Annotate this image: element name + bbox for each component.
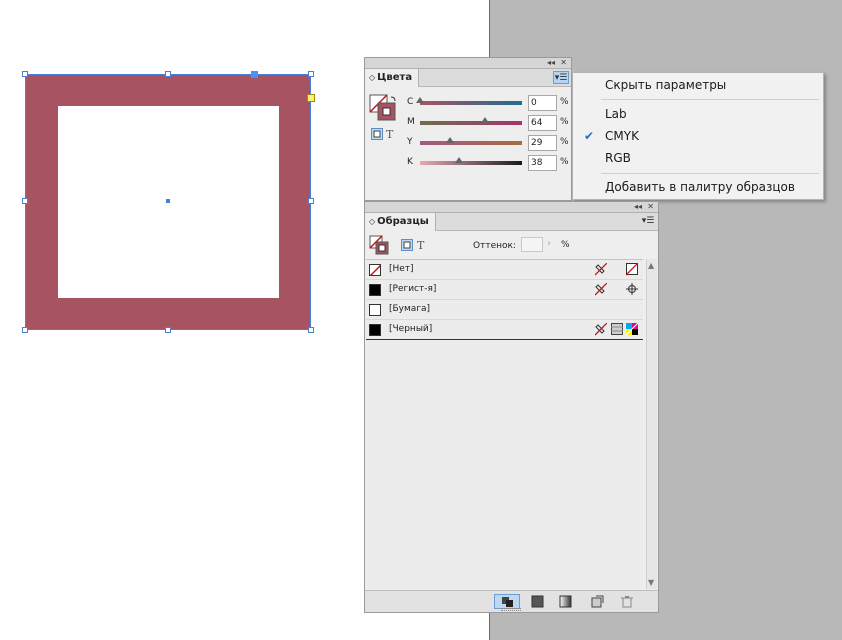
show-gradient-swatches-icon[interactable]	[559, 595, 575, 608]
checkmark-icon: ✔	[583, 129, 595, 143]
tint-field[interactable]	[521, 237, 543, 252]
cyan-value-field[interactable]: 0	[528, 95, 557, 111]
slider-label: Y	[407, 137, 413, 147]
close-icon[interactable]: ✕	[647, 202, 654, 212]
panel-menu-icon[interactable]: ▾☰	[640, 215, 656, 228]
menu-item-add-to-swatches[interactable]: Добавить в палитру образцов	[605, 180, 795, 194]
resize-grip[interactable]	[501, 608, 521, 611]
color-panel-menu: Скрыть параметры Lab ✔ CMYK RGB Добавить…	[572, 72, 824, 200]
menu-divider	[601, 173, 819, 174]
tint-label: Оттенок:	[473, 241, 516, 251]
swatch-row-registration[interactable]: [Регист-я]	[366, 280, 643, 300]
slider-black[interactable]: K 38 %	[365, 154, 571, 172]
handle-middle-left[interactable]	[22, 198, 28, 204]
magenta-value-field[interactable]: 64	[528, 115, 557, 131]
delete-swatch-icon[interactable]	[620, 595, 636, 608]
handle-top-center[interactable]	[165, 71, 171, 77]
swatch-name: [Бумага]	[389, 304, 431, 314]
slider-track[interactable]	[420, 141, 522, 145]
slider-label: M	[407, 117, 415, 127]
chevron-up-icon[interactable]: ▲	[648, 261, 654, 270]
handle-bottom-left[interactable]	[22, 327, 28, 333]
percent-label: %	[560, 97, 569, 107]
none-swatch-icon	[626, 263, 638, 276]
slider-label: C	[407, 97, 414, 107]
none-swatch-chip	[369, 264, 381, 276]
color-panel: ◂◂ ✕ ◇ Цвета ▾☰ T C 0 % M 64 % Y 29 % K …	[364, 57, 572, 221]
slider-yellow[interactable]: Y 29 %	[365, 134, 571, 152]
percent-label: %	[560, 137, 569, 147]
swatches-footer	[365, 590, 658, 612]
swatches-panel-tabs: ◇ Образцы ▾☰	[365, 213, 658, 231]
swatch-name: [Нет]	[389, 264, 414, 274]
color-panel-titlebar[interactable]: ◂◂ ✕	[365, 58, 571, 69]
slider-thumb[interactable]	[416, 97, 424, 103]
swatch-row-none[interactable]: [Нет]	[366, 260, 643, 280]
panel-menu-icon[interactable]: ▾☰	[553, 71, 569, 84]
process-color-icon	[611, 323, 623, 335]
registration-icon	[626, 283, 638, 295]
slider-thumb[interactable]	[454, 157, 463, 163]
percent-label: %	[560, 157, 569, 167]
new-swatch-icon[interactable]	[591, 595, 607, 608]
handle-top-right[interactable]	[308, 71, 314, 77]
menu-item-rgb[interactable]: RGB	[605, 151, 631, 165]
percent-label: %	[561, 240, 570, 250]
sort-arrows-icon: ◇	[369, 73, 376, 82]
menu-item-lab[interactable]: Lab	[605, 107, 627, 121]
black-value-field[interactable]: 38	[528, 155, 557, 171]
swatch-list-scrollbar[interactable]: ▲ ▼	[646, 259, 657, 589]
no-edit-icon	[595, 323, 607, 336]
registration-swatch-chip	[369, 284, 381, 296]
handle-top-left[interactable]	[22, 71, 28, 77]
menu-item-hide-options[interactable]: Скрыть параметры	[605, 78, 726, 92]
paper-swatch-chip	[369, 304, 381, 316]
slider-magenta[interactable]: M 64 %	[365, 114, 571, 132]
tab-swatches[interactable]: ◇ Образцы	[365, 213, 436, 231]
svg-text:T: T	[417, 239, 425, 252]
slider-thumb[interactable]	[481, 117, 490, 123]
percent-label: %	[560, 117, 569, 127]
double-chevron-left-icon[interactable]: ◂◂	[634, 202, 642, 212]
content-grabber-handle[interactable]	[251, 71, 258, 78]
swatch-row-black[interactable]: [Черный]	[366, 320, 643, 340]
slider-cyan[interactable]: C 0 %	[365, 94, 571, 112]
no-edit-icon	[595, 283, 607, 296]
no-edit-icon	[595, 263, 607, 276]
menu-item-cmyk[interactable]: CMYK	[605, 129, 639, 143]
apply-to-container-text-icon[interactable]: T	[401, 239, 429, 252]
tab-color-label: Цвета	[377, 72, 413, 83]
show-color-swatches-icon[interactable]	[531, 595, 547, 608]
slider-track[interactable]	[420, 121, 522, 125]
handle-bottom-right[interactable]	[308, 327, 314, 333]
yellow-value-field[interactable]: 29	[528, 135, 557, 151]
sort-arrows-icon: ◇	[369, 217, 376, 226]
color-panel-tabs: ◇ Цвета ▾☰	[365, 69, 571, 87]
close-icon[interactable]: ✕	[560, 58, 567, 68]
chevron-down-icon[interactable]: ▼	[648, 578, 654, 587]
center-point	[166, 199, 170, 203]
swatches-panel-titlebar[interactable]: ◂◂ ✕	[365, 202, 658, 213]
tab-swatches-label: Образцы	[377, 216, 429, 227]
swatch-name: [Регист-я]	[389, 284, 437, 294]
double-chevron-left-icon[interactable]: ◂◂	[547, 58, 555, 68]
tab-color[interactable]: ◇ Цвета	[365, 69, 420, 87]
black-swatch-chip	[369, 324, 381, 336]
handle-bottom-center[interactable]	[165, 327, 171, 333]
swatch-row-paper[interactable]: [Бумага]	[366, 300, 643, 320]
show-all-swatches-icon[interactable]	[494, 594, 520, 609]
swatches-panel: ◂◂ ✕ ◇ Образцы ▾☰ T Оттенок: › % [Нет] [Р…	[364, 201, 659, 613]
chevron-right-icon[interactable]: ›	[547, 238, 551, 249]
menu-divider	[601, 99, 819, 100]
slider-track[interactable]	[420, 101, 522, 105]
process-cmyk-icon	[626, 323, 638, 336]
slider-track[interactable]	[420, 161, 522, 165]
handle-middle-right[interactable]	[308, 198, 314, 204]
fill-stroke-icon[interactable]	[369, 235, 393, 255]
slider-thumb[interactable]	[445, 137, 454, 143]
swatch-name: [Черный]	[389, 324, 433, 334]
swatch-list: [Нет] [Регист-я] [Бумага] [Черный]	[366, 259, 643, 589]
slider-label: K	[407, 157, 413, 167]
live-corner-handle[interactable]	[307, 94, 315, 102]
